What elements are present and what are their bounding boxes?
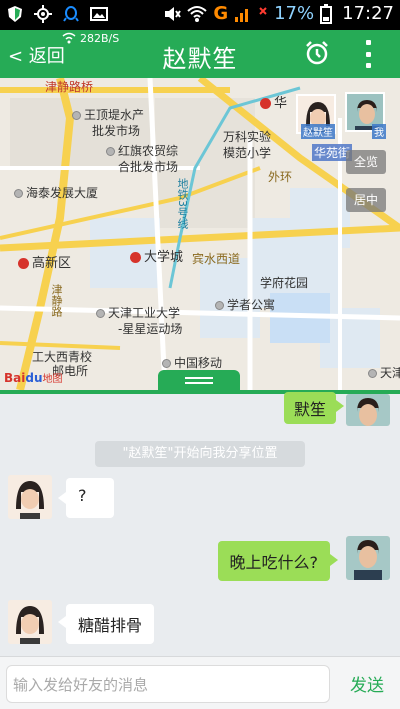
dot-icon [365,40,371,45]
bubble-tail [58,492,66,504]
bubble-tail [58,616,66,628]
page-title: 赵默笙 [162,45,238,73]
map-label: 海泰发展大厦 [14,184,98,201]
map-label: 地铁3号线 [176,178,189,229]
map-label: 中国移动 [162,354,222,371]
poi-marker-icon [162,359,171,368]
map-label: 红旗农贸综 [106,142,178,159]
status-bar: G 17% 17:27 [0,0,400,30]
map-label: 华 [260,92,287,111]
shield-icon [8,6,22,22]
alarm-clock-icon[interactable] [304,40,330,66]
battery-icon [320,3,333,24]
poi-marker-icon [368,369,377,378]
image-icon [90,7,108,21]
recenter-button[interactable]: 居中 [346,188,386,212]
map-label: 万科实验 [223,130,272,144]
map-label: 外环 [268,170,293,184]
friend-avatar[interactable] [8,475,52,519]
network-speed: 282B/S [62,30,119,46]
location-map[interactable]: 津静路桥 王顶堤水产 批发市场 红旗农贸综 合批发市场 海泰发展大厦 地铁3号线… [0,78,400,390]
bubble-tail [330,554,338,566]
my-avatar[interactable] [346,394,390,426]
chat-thread[interactable]: 默笙 "赵默笙"开始向我分享位置 ? 晚上吃什么? 糖醋排骨 [0,392,400,656]
top-bar: < 返回 赵默笙 [0,30,400,78]
man-avatar-icon [346,394,390,426]
network-type-label: G [213,3,229,24]
map-label: 学者公寓 [215,296,275,313]
map-label: 合批发市场 [118,160,179,174]
gps-icon [34,5,52,23]
wifi-icon [187,5,207,22]
map-label: 高新区 [18,252,71,271]
my-map-name: 我 [372,124,386,139]
dot-icon [365,63,371,68]
full-view-button[interactable]: 全览 [346,150,386,174]
system-status: G 17% 17:27 [163,3,394,24]
message-bubble-other[interactable]: ? [66,478,114,518]
signal-icon [235,8,249,22]
metro-station-icon [130,252,141,263]
poi-marker-icon [96,309,105,318]
bubble-tail [336,400,344,412]
handle-line [185,377,213,379]
qq-icon [63,6,79,22]
battery-percent: 17% [274,3,315,24]
more-options-button[interactable] [364,40,372,68]
map-label: -星星运动场 [118,322,183,336]
wifi-small-icon [62,32,76,44]
metro-station-icon [18,258,29,269]
map-label: 天津工业大学 [96,304,180,321]
map-label: 津静路桥 [45,80,94,94]
handle-line [185,382,213,384]
map-label: 天津 [368,364,400,381]
map-label: 学府花园 [260,276,309,290]
notification-icons [6,5,108,23]
message-input-bar: 输入发给好友的消息 发送 [0,656,400,709]
map-label: 大学城 [130,246,183,265]
man-avatar-icon [346,536,390,580]
message-bubble-self[interactable]: 默笙 [283,392,336,424]
network-speed-label: 282B/S [80,31,120,45]
poi-marker-icon [14,189,23,198]
message-input[interactable]: 输入发给好友的消息 [6,665,330,703]
map-label: 批发市场 [92,124,141,138]
girl-avatar-icon [8,475,52,519]
map-label: 王顶堤水产 [72,106,144,123]
my-avatar[interactable] [346,536,390,580]
message-bubble-other[interactable]: 糖醋排骨 [66,604,155,644]
baidu-logo: Baidu地图 [4,371,63,385]
map-label: 模范小学 [223,146,272,160]
map-drag-handle[interactable] [158,370,240,390]
poi-marker-icon [72,111,81,120]
clock: 17:27 [342,3,394,24]
poi-marker-icon [106,147,115,156]
mute-icon [165,6,182,21]
map-label: 宾水西道 [192,252,241,266]
friend-map-name: 赵默笙 [301,124,335,139]
no-sim-icon [259,6,267,15]
map-roads [0,78,400,390]
metro-station-icon [260,98,271,109]
girl-avatar-icon [8,600,52,644]
map-label: 津静路 [50,284,63,317]
friend-avatar[interactable] [8,600,52,644]
message-bubble-self[interactable]: 晚上吃什么? [217,541,330,581]
dot-icon [365,51,371,57]
system-notice: "赵默笙"开始向我分享位置 [95,441,305,467]
poi-marker-icon [215,301,224,310]
send-button[interactable]: 发送 [350,671,384,696]
